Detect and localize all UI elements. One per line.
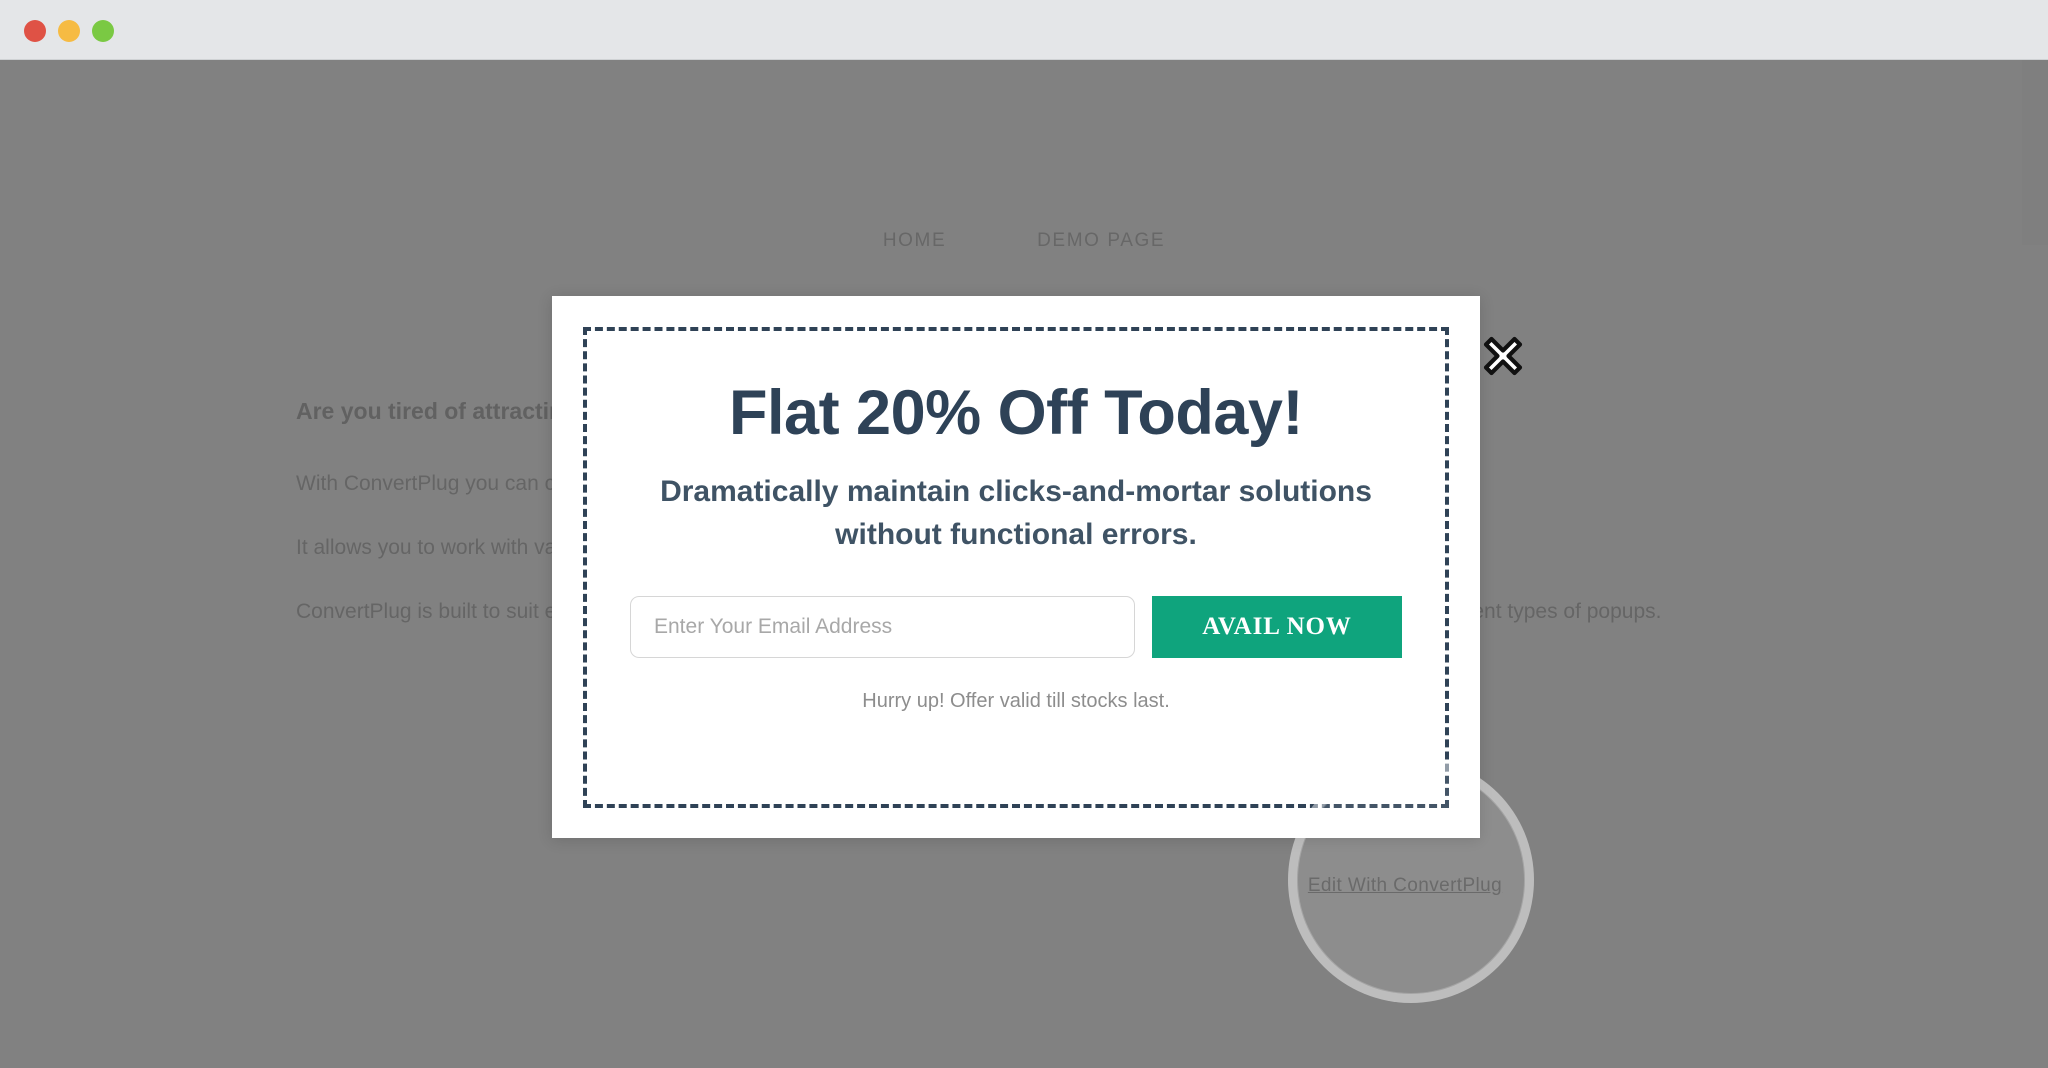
modal-footnote: Hurry up! Offer valid till stocks last. bbox=[862, 690, 1170, 713]
avail-now-button[interactable]: AVAIL NOW bbox=[1152, 596, 1402, 659]
page-viewport: HOME DEMO PAGE Are you tired of attracti… bbox=[0, 60, 2048, 1068]
modal-close-button[interactable] bbox=[1475, 328, 1531, 384]
promo-modal: Flat 20% Off Today! Dramatically maintai… bbox=[552, 296, 1480, 838]
modal-subtitle: Dramatically maintain clicks-and-mortar … bbox=[660, 475, 1372, 551]
subscribe-form: AVAIL NOW bbox=[630, 596, 1402, 659]
email-input[interactable] bbox=[630, 596, 1135, 659]
window-minimize-button[interactable] bbox=[58, 20, 80, 42]
browser-titlebar bbox=[0, 0, 2048, 60]
modal-title: Flat 20% Off Today! bbox=[729, 378, 1303, 448]
window-controls bbox=[24, 20, 114, 42]
edit-with-convertplug-link[interactable]: Edit With ConvertPlug bbox=[1308, 875, 1502, 896]
close-x-icon bbox=[1483, 336, 1523, 376]
window-close-button[interactable] bbox=[24, 20, 46, 42]
edit-link-container: Edit With ConvertPlug bbox=[1285, 875, 1525, 897]
window-maximize-button[interactable] bbox=[92, 20, 114, 42]
modal-dashed-frame: Flat 20% Off Today! Dramatically maintai… bbox=[583, 327, 1449, 808]
